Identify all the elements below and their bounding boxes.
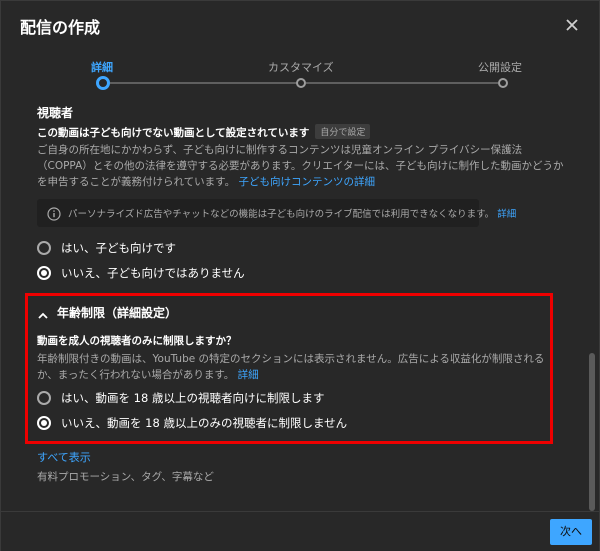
audience-heading: 視聴者	[37, 106, 74, 120]
show-all-description: 有料プロモーション、タグ、字幕など	[37, 471, 214, 483]
age-restriction-label: 年齢制限（詳細設定）	[57, 306, 178, 320]
scrollbar-thumb[interactable]	[589, 353, 595, 511]
kids-content-link[interactable]: 子ども向けコンテンツの詳細	[238, 176, 375, 188]
info-message: パーソナライズド広告やチャットなどの機能は子ども向けのライブ配信では利用できなく…	[68, 209, 495, 220]
chevron-up-icon	[37, 307, 49, 319]
step-details-label[interactable]: 詳細	[91, 59, 113, 75]
stepper-line	[110, 82, 297, 84]
audience-status-text: この動画は子ども向けでない動画として設定されています	[37, 127, 310, 139]
dialog-header: 配信の作成	[1, 1, 599, 49]
stepper: 詳細 カスタマイズ 公開設定	[1, 53, 599, 99]
close-icon[interactable]	[562, 15, 582, 35]
dialog-title: 配信の作成	[20, 18, 101, 37]
create-stream-dialog: 配信の作成 詳細 カスタマイズ 公開設定 視聴者 この動画は子ども向けでない動画…	[0, 0, 600, 551]
step-customize-label[interactable]: カスタマイズ	[268, 59, 334, 75]
step-details-dot[interactable]	[96, 76, 110, 90]
status-badge: 自分で設定	[315, 124, 371, 139]
step-visibility-dot[interactable]	[498, 78, 508, 88]
dialog-content: 視聴者 この動画は子ども向けでない動画として設定されています 自分で設定 ご自身の…	[1, 99, 599, 511]
radio-button[interactable]	[37, 266, 51, 280]
age-restriction-question: 動画を成人の視聴者のみに制限しますか？	[37, 335, 237, 347]
stepper-line	[306, 82, 498, 84]
info-icon	[47, 206, 61, 221]
step-visibility-label[interactable]: 公開設定	[478, 59, 522, 75]
info-details-link[interactable]: 詳細	[497, 209, 516, 220]
info-box: パーソナライズド広告やチャットなどの機能は子ども向けのライブ配信では利用できなく…	[37, 199, 516, 227]
radio-button[interactable]	[37, 416, 51, 430]
radio-label: いいえ、子ども向けではありません	[61, 266, 245, 280]
radio-label: いいえ、動画を 18 歳以上のみの視聴者に制限しません	[61, 416, 348, 430]
radio-button[interactable]	[37, 391, 51, 405]
step-customize-dot[interactable]	[296, 78, 306, 88]
show-all-link[interactable]: すべて表示	[37, 449, 91, 465]
info-text: パーソナライズド広告やチャットなどの機能は子ども向けのライブ配信では利用できなく…	[68, 206, 516, 220]
age-restriction-description: 年齢制限付きの動画は、YouTube の特定のセクションには表示されません。広告…	[37, 351, 545, 383]
radio-label: はい、動画を 18 歳以上の視聴者向けに制限します	[61, 391, 325, 405]
next-button[interactable]: 次へ	[550, 519, 592, 545]
age-restriction-description-text: 年齢制限付きの動画は、YouTube の特定のセクションには表示されません。広告…	[37, 353, 545, 381]
radio-label: はい、子ども向けです	[61, 241, 176, 255]
radio-button[interactable]	[37, 241, 51, 255]
audience-description: ご自身の所在地にかかわらず、子ども向けに制作するコンテンツは児童オンライン プラ…	[37, 142, 567, 190]
dialog-footer: 次へ	[1, 511, 599, 551]
audience-status: この動画は子ども向けでない動画として設定されています 自分で設定	[37, 124, 371, 140]
age-restriction-details-link[interactable]: 詳細	[238, 369, 259, 381]
